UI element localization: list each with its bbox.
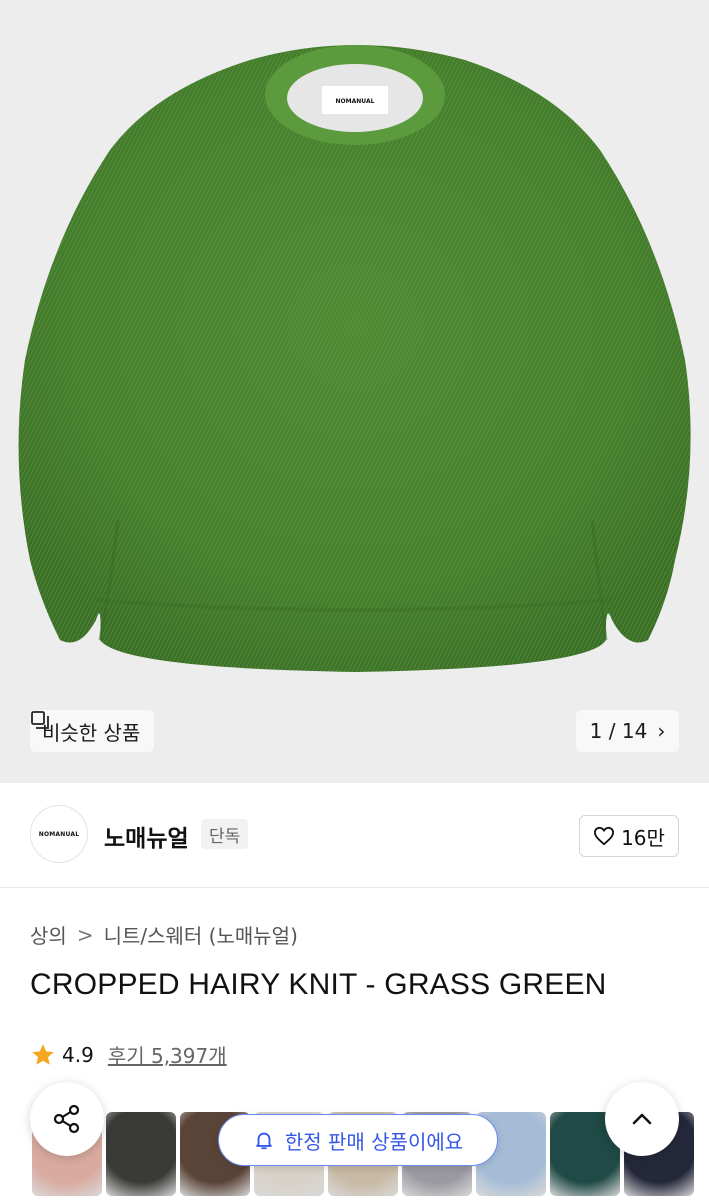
scroll-top-button[interactable] — [605, 1082, 679, 1156]
breadcrumb-item-top[interactable]: 상의 — [30, 920, 67, 949]
similar-items-button[interactable]: 비슷한 상품 — [30, 710, 155, 752]
image-counter-button[interactable]: 1 / 14 › — [576, 710, 679, 752]
limited-sale-notice-button[interactable]: 한정 판매 상품이에요 — [218, 1114, 498, 1166]
review-count-link[interactable]: 후기 5,397개 — [108, 1040, 227, 1069]
sweater-image: NOMANUAL — [18, 45, 691, 672]
color-swatch[interactable] — [106, 1112, 176, 1196]
product-title: CROPPED HAIRY KNIT - GRASS GREEN — [30, 968, 607, 1001]
exclusive-badge: 단독 — [201, 819, 249, 849]
bell-icon — [256, 1132, 272, 1150]
share-button[interactable] — [30, 1082, 104, 1156]
chevron-up-icon — [632, 1113, 652, 1125]
star-icon — [32, 1043, 54, 1065]
rating-score: 4.9 — [62, 1042, 94, 1067]
similar-items-label: 비슷한 상품 — [42, 720, 141, 745]
breadcrumb-separator: > — [76, 922, 94, 947]
brand-name[interactable]: 노매뉴얼 — [104, 819, 189, 853]
product-image-area[interactable]: NOMANUAL 비슷한 상품 1 / 14 › — [0, 0, 709, 783]
rating-row: 4.9 후기 5,397개 — [30, 1040, 227, 1069]
chevron-right-icon: › — [657, 719, 666, 743]
brand-row: NOMANUAL 노매뉴얼 단독 16만 — [0, 783, 709, 888]
breadcrumb: 상의 > 니트/스웨터 (노매뉴얼) — [30, 920, 298, 949]
image-counter-text: 1 / 14 — [589, 719, 648, 743]
heart-outline-icon — [594, 826, 615, 846]
like-count: 16만 — [621, 825, 665, 850]
limited-sale-label: 한정 판매 상품이에요 — [284, 1129, 464, 1154]
brand-logo-text: NOMANUAL — [38, 830, 80, 838]
brand-logo[interactable]: NOMANUAL — [30, 805, 88, 863]
similar-items-icon — [31, 711, 49, 729]
sweater-label-text: NOMANUAL — [336, 98, 375, 105]
breadcrumb-item-knit[interactable]: 니트/스웨터 (노매뉴얼) — [104, 920, 298, 949]
share-icon — [53, 1104, 80, 1134]
like-button[interactable]: 16만 — [579, 815, 679, 857]
